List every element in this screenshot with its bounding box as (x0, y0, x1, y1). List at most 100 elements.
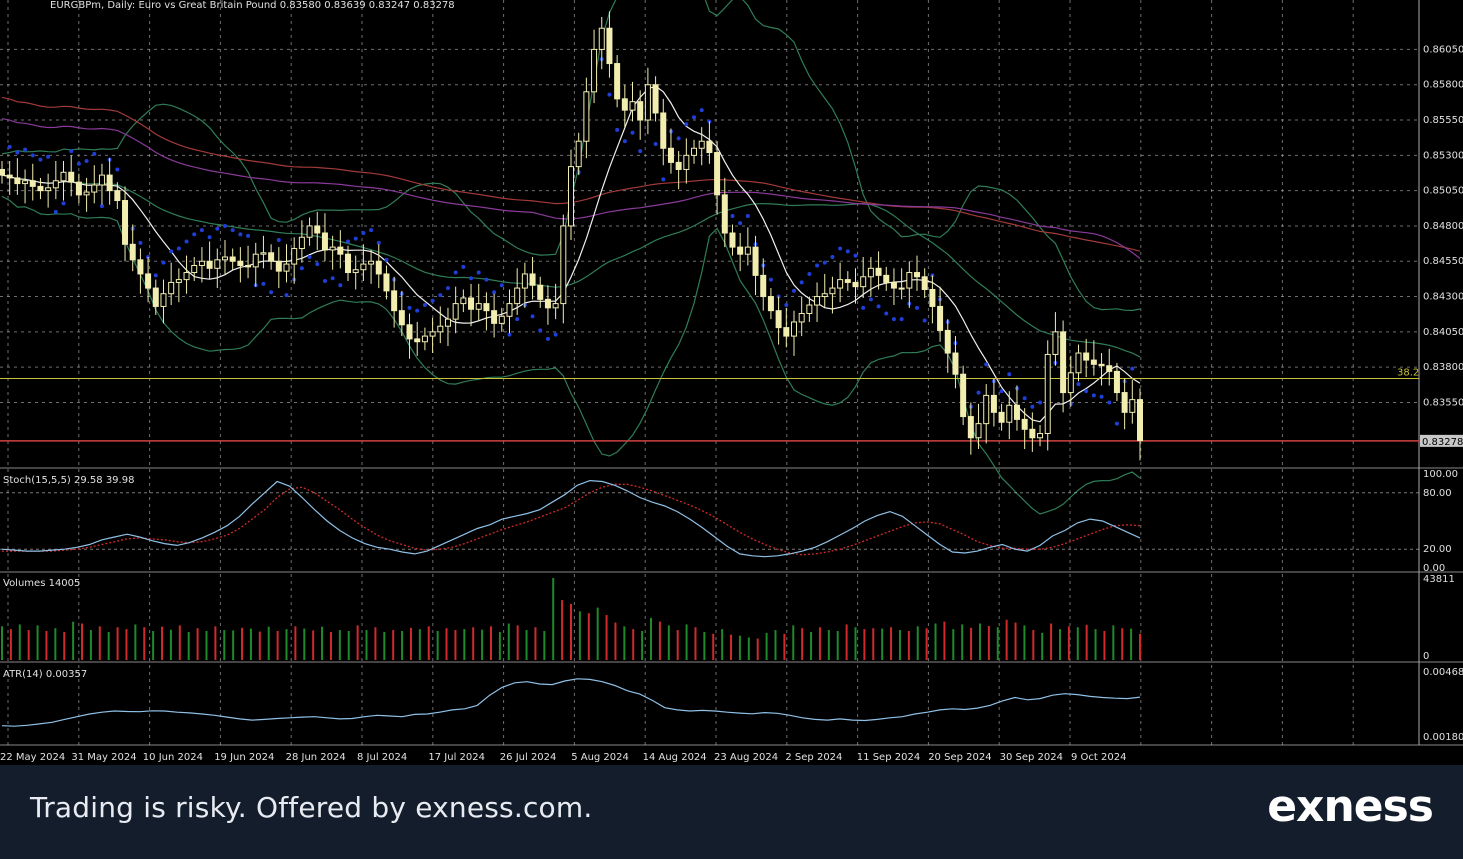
candle-body (421, 335, 428, 343)
candle-body (652, 84, 659, 114)
price-tick-label: 0.83550 (1423, 397, 1463, 408)
psar-dot (876, 304, 881, 309)
psar-dot (7, 144, 12, 149)
exness-logo[interactable]: exness (1267, 781, 1434, 832)
stochastic-panel: 100.00 80.00 20.00 0.00 (0, 469, 1458, 574)
psar-dot (346, 239, 351, 244)
candle-body (306, 225, 313, 238)
candle-body (514, 287, 521, 305)
psar-dot (915, 305, 920, 310)
candle-body (629, 101, 636, 111)
candle-body (1090, 359, 1097, 365)
x-axis-label: 11 Sep 2024 (857, 752, 920, 763)
psar-dot (76, 161, 81, 166)
psar-dot (507, 332, 512, 337)
psar-dot (445, 286, 450, 291)
psar-dot (269, 290, 274, 295)
candle-body (52, 180, 59, 189)
candle-body (260, 252, 267, 255)
psar-dot (284, 293, 289, 298)
candle-body (1006, 404, 1013, 423)
candle-body (660, 112, 667, 149)
candle-body (91, 184, 98, 193)
psar-dot (530, 314, 535, 319)
candle-body (929, 288, 936, 307)
psar-dot (1030, 404, 1035, 409)
candle-body (229, 256, 236, 262)
psar-dot (261, 281, 266, 286)
candle-body (221, 256, 228, 261)
psar-dot (1076, 382, 1081, 387)
candle-body (883, 274, 890, 283)
candle-body (37, 185, 44, 192)
atr-tick-label: 0.00180 (1423, 732, 1463, 743)
candle-body (944, 329, 951, 354)
x-axis-label: 20 Sep 2024 (928, 752, 991, 763)
psar-dot (1022, 396, 1027, 401)
candle-body (852, 281, 859, 288)
psar-dot (984, 362, 989, 367)
candle-body (0, 168, 5, 176)
candle-body (898, 287, 905, 290)
candle-body (714, 152, 721, 196)
x-axis-label: 19 Jun 2024 (214, 752, 274, 763)
candle-body (475, 303, 482, 310)
candle-body (583, 91, 590, 142)
psar-dot (1099, 394, 1104, 399)
volume-tick-label: 0 (1423, 651, 1429, 662)
x-axis-label: 14 Aug 2024 (643, 752, 707, 763)
candle-body (106, 174, 113, 192)
price-tick-label: 0.84800 (1423, 221, 1463, 232)
psar-dot (422, 303, 427, 308)
candle-body (783, 327, 790, 337)
psar-dot (415, 308, 420, 313)
psar-dot (322, 279, 327, 284)
candle-body (914, 272, 921, 278)
psar-dot (553, 332, 558, 337)
psar-dot (222, 223, 227, 228)
psar-dot (61, 201, 66, 206)
psar-dot (653, 142, 658, 147)
candle-body (321, 232, 328, 251)
candle-body (268, 252, 275, 262)
x-axis-label: 31 May 2024 (71, 752, 136, 763)
stoch-tick-label: 100.00 (1423, 469, 1458, 480)
candle-body (990, 394, 997, 413)
trading-chart[interactable]: 38.2 100.00 80.00 20.00 0.00 43811 0 0.00468… (0, 0, 1463, 765)
price-tick-label: 0.84050 (1423, 327, 1463, 338)
candle-body (906, 272, 913, 289)
psar-dot (361, 231, 366, 235)
price-indicators: 38.2 (0, 0, 1419, 515)
candle-body (591, 48, 598, 93)
candle-body (1129, 399, 1136, 413)
psar-dot (1107, 400, 1112, 405)
candle-body (183, 272, 190, 281)
candle-body (1106, 365, 1113, 372)
candle-body (329, 246, 336, 251)
candle-body (698, 140, 705, 149)
candle-body (598, 27, 605, 50)
candle-body (983, 394, 990, 425)
candle-body (206, 260, 213, 269)
psar-dot (845, 249, 850, 254)
ma-fast (1, 85, 1141, 423)
candle-body (22, 180, 29, 185)
candle-body (245, 264, 252, 268)
psar-dot (46, 154, 51, 159)
candle-body (214, 259, 221, 269)
psar-dot (461, 264, 466, 269)
psar-dot (738, 221, 743, 226)
candle-body (667, 147, 674, 163)
candle-body (375, 260, 382, 275)
risk-disclaimer: Trading is risky. Offered by exness.com. (30, 791, 593, 824)
candle-body (45, 187, 52, 192)
volume-label: Volumes 14005 (3, 578, 80, 589)
x-axis-label: 30 Sep 2024 (1000, 752, 1063, 763)
price-tick-label: 0.84300 (1423, 292, 1463, 303)
x-axis-label: 26 Jul 2024 (500, 752, 557, 763)
candle-body (760, 274, 767, 298)
candle-body (767, 296, 774, 312)
candle-body (744, 246, 751, 255)
candle-body (1137, 399, 1143, 442)
candle-body (867, 267, 874, 278)
